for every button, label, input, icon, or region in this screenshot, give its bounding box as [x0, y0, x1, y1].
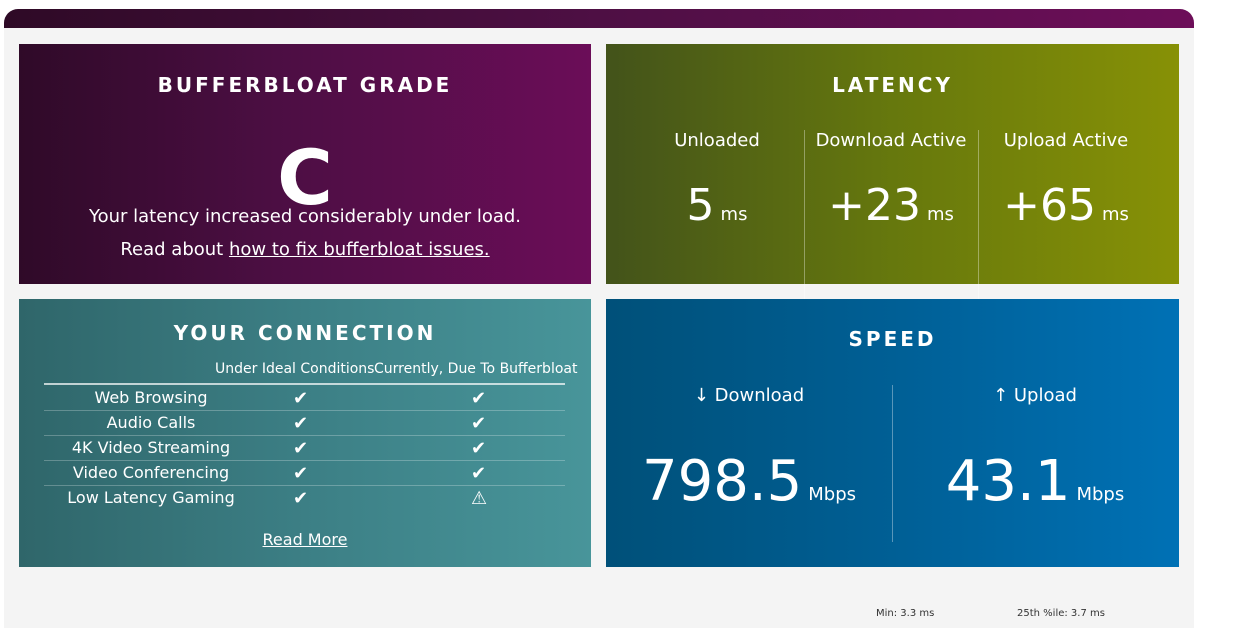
- check-icon: ✔: [471, 438, 487, 459]
- grade-title: BUFFERBLOAT GRADE: [157, 73, 453, 97]
- read-more-wrapper: Read More: [19, 530, 591, 549]
- bufferbloat-grade-card: BUFFERBLOAT GRADE C Your latency increas…: [19, 44, 591, 284]
- check-icon: ✔: [293, 413, 309, 434]
- latency-upload-label: Upload Active: [1003, 130, 1129, 151]
- speed-upload: ↑ Upload 43.1 Mbps: [892, 385, 1178, 545]
- row-label: Video Conferencing: [72, 463, 230, 482]
- row-label: Audio Calls: [106, 413, 196, 432]
- grade-letter: C: [277, 133, 333, 222]
- latency-card: LATENCY Unloaded 5 ms Download Active +23…: [606, 44, 1179, 302]
- download-value: 798.5 Mbps: [641, 449, 857, 514]
- connection-title: YOUR CONNECTION: [173, 321, 437, 345]
- check-icon: ✔: [471, 388, 487, 409]
- download-label: ↓ Download: [693, 385, 805, 406]
- row-label: Low Latency Gaming: [67, 488, 235, 507]
- table-row: Audio Calls ✔ ✔: [44, 411, 565, 436]
- latency-unloaded: Unloaded 5 ms: [628, 130, 806, 302]
- speed-title: SPEED: [848, 327, 937, 351]
- col-ideal-header: Under Ideal Conditions: [215, 361, 375, 377]
- upload-value: 43.1 Mbps: [945, 449, 1125, 514]
- table-row: Video Conferencing ✔ ✔: [44, 461, 565, 486]
- table-row: Web Browsing ✔ ✔: [44, 386, 565, 411]
- latency-p25-stat: 25th %ile: 3.7 ms: [1017, 608, 1105, 619]
- check-icon: ✔: [293, 438, 309, 459]
- your-connection-card: YOUR CONNECTION Under Ideal Conditions C…: [19, 299, 591, 567]
- latency-title: LATENCY: [832, 73, 953, 97]
- warning-icon: ⚠: [471, 488, 488, 509]
- latency-unloaded-label: Unloaded: [674, 130, 760, 151]
- table-header-divider: [44, 383, 565, 385]
- grade-read-prefix: Read about: [120, 239, 229, 260]
- check-icon: ✔: [293, 463, 309, 484]
- col-current-header: Currently, Due To Bufferbloat: [374, 361, 578, 377]
- check-icon: ✔: [471, 463, 487, 484]
- read-more-link[interactable]: Read More: [263, 530, 348, 549]
- fix-bufferbloat-link[interactable]: how to fix bufferbloat issues.: [229, 239, 490, 260]
- check-icon: ✔: [293, 488, 309, 509]
- latency-download-active: Download Active +23 ms: [804, 130, 978, 302]
- latency-download-label: Download Active: [815, 130, 967, 151]
- table-row: 4K Video Streaming ✔ ✔: [44, 436, 565, 461]
- row-label: Web Browsing: [94, 388, 208, 407]
- check-icon: ✔: [293, 388, 309, 409]
- table-row: Low Latency Gaming ✔ ⚠: [44, 486, 565, 511]
- grade-description: Your latency increased considerably unde…: [88, 206, 522, 227]
- latency-upload-active: Upload Active +65 ms: [978, 130, 1154, 302]
- check-icon: ✔: [471, 413, 487, 434]
- latency-download-value: +23 ms: [828, 180, 954, 231]
- speed-download: ↓ Download 798.5 Mbps: [606, 385, 892, 545]
- latency-min-stat: Min: 3.3 ms: [876, 608, 935, 619]
- latency-upload-value: +65 ms: [1003, 180, 1129, 231]
- latency-unloaded-value: 5 ms: [686, 180, 748, 231]
- upload-label: ↑ Upload: [993, 385, 1077, 406]
- speed-card: SPEED ↓ Download 798.5 Mbps ↑ Upload 43.1…: [606, 299, 1179, 567]
- grade-read-line: Read about how to fix bufferbloat issues…: [19, 239, 591, 260]
- row-label: 4K Video Streaming: [71, 438, 231, 457]
